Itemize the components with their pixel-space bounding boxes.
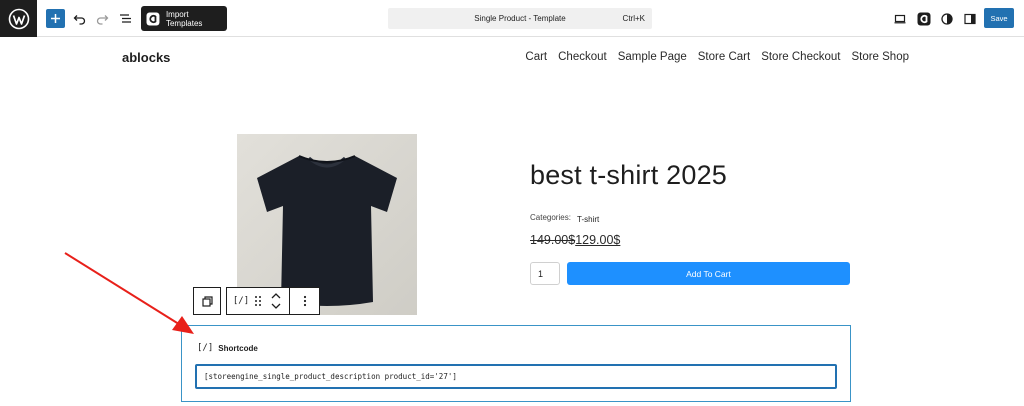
half-circle-styles-icon bbox=[940, 12, 953, 25]
settings-sidebar-button[interactable] bbox=[960, 9, 979, 28]
add-to-cart-button[interactable]: Add To Cart bbox=[567, 262, 850, 285]
toolbar-divider bbox=[289, 288, 290, 314]
more-vertical-icon bbox=[303, 295, 307, 307]
wordpress-icon bbox=[8, 8, 29, 29]
undo-icon bbox=[73, 14, 86, 25]
redo-button[interactable] bbox=[93, 9, 112, 28]
nav-item-store-checkout[interactable]: Store Checkout bbox=[761, 51, 840, 63]
block-toolbar: [/] bbox=[226, 287, 320, 315]
shortcode-input[interactable]: [storeengine_single_product_description … bbox=[195, 364, 837, 389]
save-button[interactable]: Save bbox=[984, 8, 1014, 28]
nav-item-checkout[interactable]: Checkout bbox=[558, 51, 607, 63]
chevron-up-icon[interactable] bbox=[271, 293, 281, 299]
ablocks-settings-button[interactable] bbox=[914, 9, 933, 28]
quantity-input[interactable]: 1 bbox=[530, 262, 560, 285]
categories-label: Categories: bbox=[530, 213, 571, 222]
block-options-button[interactable] bbox=[297, 288, 313, 314]
site-title[interactable]: ablocks bbox=[122, 50, 170, 65]
ablocks-icon bbox=[917, 12, 930, 25]
chevron-down-icon[interactable] bbox=[271, 303, 281, 309]
category-link[interactable]: T-shirt bbox=[577, 215, 599, 224]
document-title-bar[interactable]: Single Product - Template Ctrl+K bbox=[388, 8, 652, 29]
shortcode-icon: [/] bbox=[197, 343, 214, 353]
styles-button[interactable] bbox=[937, 9, 956, 28]
import-templates-label: Import Templates bbox=[165, 9, 203, 28]
drag-handle-icon bbox=[255, 296, 261, 306]
add-block-button[interactable] bbox=[46, 9, 65, 28]
shortcode-label: Shortcode bbox=[218, 343, 258, 353]
shortcode-block-header: [/] Shortcode bbox=[197, 343, 258, 353]
redo-icon bbox=[96, 14, 109, 25]
document-overview-button[interactable] bbox=[116, 9, 135, 28]
shortcode-block-type-button[interactable]: [/] bbox=[233, 288, 249, 314]
product-title: best t-shirt 2025 bbox=[530, 160, 728, 190]
annotation-arrow bbox=[64, 252, 194, 334]
command-shortcut: Ctrl+K bbox=[622, 14, 645, 23]
sale-price: 129.00$ bbox=[575, 233, 621, 247]
ablocks-logo-icon bbox=[146, 12, 160, 25]
move-buttons bbox=[269, 288, 283, 314]
document-title: Single Product - Template bbox=[474, 14, 566, 23]
nav-item-cart[interactable]: Cart bbox=[525, 51, 547, 63]
site-navigation: Cart Checkout Sample Page Store Cart Sto… bbox=[525, 51, 909, 63]
regular-price: 149.00$ bbox=[530, 233, 576, 247]
preview-button[interactable] bbox=[890, 9, 909, 28]
plus-icon bbox=[51, 14, 60, 23]
wordpress-logo-button[interactable] bbox=[0, 0, 37, 37]
copy-icon bbox=[201, 295, 213, 307]
editor-top-bar: Import Templates Single Product - Templa… bbox=[0, 0, 1024, 37]
undo-button[interactable] bbox=[70, 9, 89, 28]
nav-item-sample-page[interactable]: Sample Page bbox=[618, 51, 687, 63]
shortcode-block[interactable]: [/] Shortcode [storeengine_single_produc… bbox=[181, 325, 851, 402]
drag-handle[interactable] bbox=[253, 288, 263, 314]
nav-item-store-shop[interactable]: Store Shop bbox=[851, 51, 909, 63]
import-templates-button[interactable]: Import Templates bbox=[141, 6, 227, 31]
sidebar-icon bbox=[963, 13, 976, 24]
nav-item-store-cart[interactable]: Store Cart bbox=[698, 51, 750, 63]
desktop-preview-icon bbox=[894, 14, 905, 23]
list-view-icon bbox=[120, 14, 131, 23]
product-price: 149.00$129.00$ bbox=[530, 233, 620, 247]
